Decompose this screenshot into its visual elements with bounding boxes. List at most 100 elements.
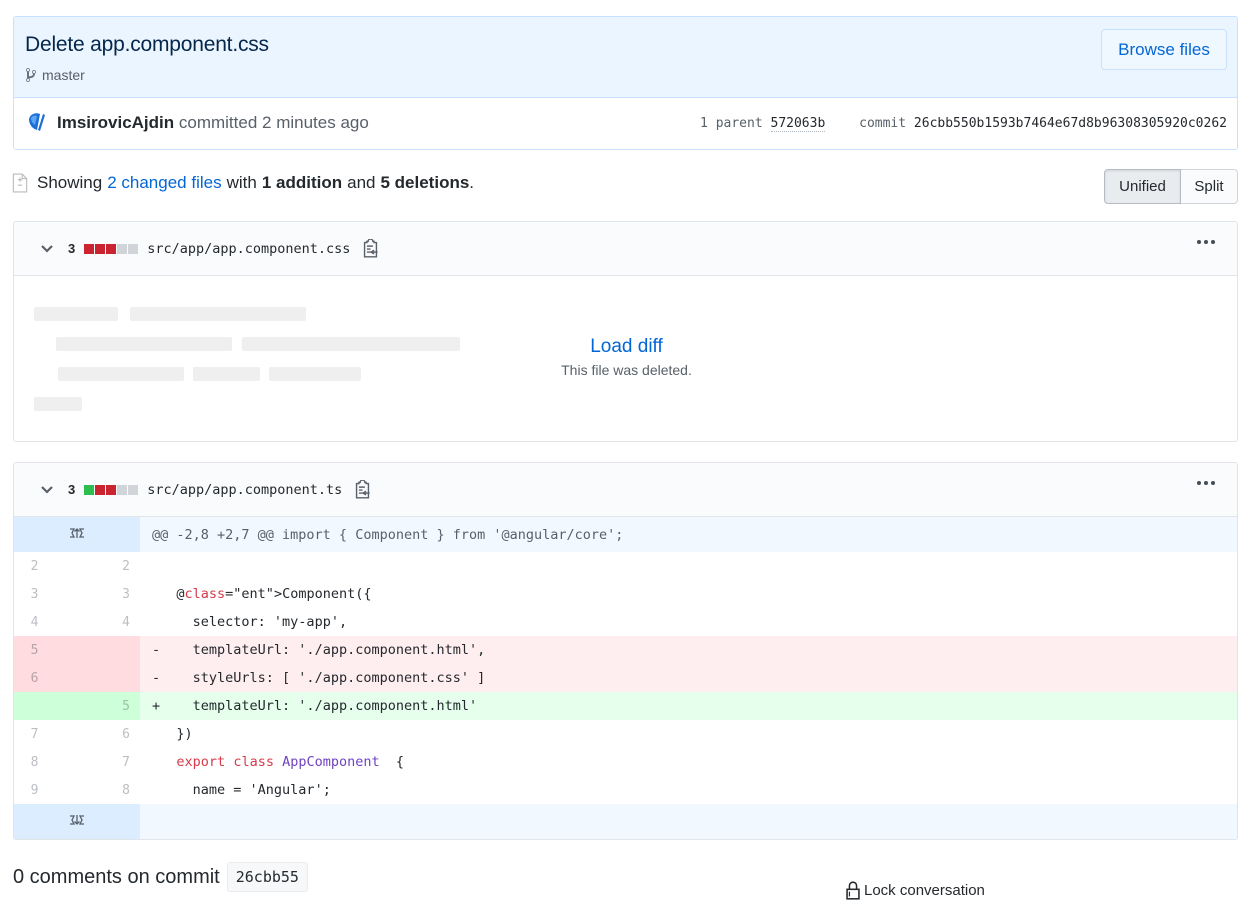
summary-and: and — [347, 173, 376, 192]
load-diff-note: This file was deleted. — [561, 362, 692, 378]
changed-files-link[interactable]: 2 changed files — [107, 173, 221, 193]
context-row: 98 name = 'Angular'; — [14, 776, 1237, 804]
branch-info: master — [25, 67, 85, 83]
code-line: name = 'Angular'; — [140, 776, 1237, 804]
new-line-number[interactable] — [77, 636, 140, 664]
file-header: 3 src/app/app.component.css — [14, 222, 1237, 276]
file-path[interactable]: src/app/app.component.ts — [147, 482, 342, 498]
deletion-row: 6 - styleUrls: [ './app.component.css' ] — [14, 664, 1237, 692]
code-line: export class AppComponent { — [140, 748, 1237, 776]
diff-summary: Showing 2 changed files with 1 addition … — [12, 173, 474, 193]
additions-count: 1 addition — [261, 173, 343, 192]
deletion-row: 5 - templateUrl: './app.component.html', — [14, 636, 1237, 664]
commit-label: commit — [859, 116, 907, 131]
old-line-number[interactable]: 8 — [14, 748, 77, 776]
old-line-number[interactable] — [14, 692, 77, 720]
changes-count: 3 — [68, 482, 76, 497]
context-row: 76 }) — [14, 720, 1237, 748]
skeleton-line — [130, 307, 306, 321]
expand-row-filler — [140, 804, 1237, 839]
avatar[interactable] — [26, 111, 48, 133]
diffstat-block-del — [106, 484, 117, 495]
diffstat-block-neu — [117, 484, 128, 495]
unified-view-button[interactable]: Unified — [1104, 169, 1181, 204]
new-line-number[interactable]: 3 — [77, 580, 140, 608]
diff-marker: - — [152, 670, 169, 686]
load-diff-link[interactable]: Load diff — [590, 336, 663, 358]
more-options-icon[interactable] — [1197, 481, 1215, 485]
git-branch-icon — [26, 67, 36, 82]
diff-marker — [152, 782, 168, 798]
code-line: @class="ent">Component({ — [140, 580, 1237, 608]
hunk-header: @@ -2,8 +2,7 @@ import { Component } fro… — [140, 517, 1237, 552]
diff-marker — [152, 754, 168, 770]
diffstat-block-neu — [128, 243, 139, 254]
old-line-number[interactable]: 6 — [14, 664, 77, 692]
chevron-down-icon[interactable] — [40, 483, 54, 497]
lock-conversation-button[interactable]: Lock conversation — [845, 881, 985, 900]
branch-name[interactable]: master — [42, 67, 85, 83]
clipboard-icon[interactable] — [362, 239, 379, 258]
diffstat-block-add — [84, 484, 95, 495]
diffstat-block-neu — [128, 484, 139, 495]
commit-time: 2 minutes ago — [262, 113, 369, 132]
lock-icon — [846, 881, 860, 900]
old-line-number[interactable]: 2 — [14, 552, 77, 580]
context-row: 87 export class AppComponent { — [14, 748, 1237, 776]
diffstat-bar — [84, 243, 139, 254]
deletions-count: 5 deletions — [380, 173, 470, 192]
summary-with: with — [226, 173, 257, 192]
context-row: 22 — [14, 552, 1237, 580]
old-line-number[interactable]: 5 — [14, 636, 77, 664]
diff-marker — [152, 614, 168, 630]
diff-marker: - — [152, 642, 169, 658]
diffstat-bar — [84, 484, 139, 495]
code-line: - styleUrls: [ './app.component.css' ] — [140, 664, 1237, 692]
file-diff: 3 src/app/app.component.css Load diff Th… — [13, 221, 1238, 442]
load-diff: Load diff This file was deleted. — [14, 336, 1237, 378]
old-line-number[interactable]: 9 — [14, 776, 77, 804]
new-line-number[interactable]: 7 — [77, 748, 140, 776]
diffstat-block-del — [95, 243, 106, 254]
commit-sha-pill: 26cbb55 — [226, 862, 308, 892]
new-line-number[interactable]: 2 — [77, 552, 140, 580]
summary-suffix: . — [469, 173, 475, 192]
clipboard-icon[interactable] — [354, 480, 371, 499]
new-line-number[interactable]: 4 — [77, 608, 140, 636]
comments-title: 0 comments on commit — [13, 865, 220, 888]
skeleton-line — [34, 307, 118, 321]
old-line-number[interactable]: 7 — [14, 720, 77, 748]
new-line-number[interactable]: 5 — [77, 692, 140, 720]
old-line-number[interactable]: 3 — [14, 580, 77, 608]
parent-label: 1 parent — [700, 116, 763, 131]
diffstat-block-del — [84, 243, 95, 254]
chevron-down-icon[interactable] — [40, 242, 54, 256]
load-diff-area: Load diff This file was deleted. — [14, 276, 1237, 441]
file-path[interactable]: src/app/app.component.css — [147, 241, 350, 257]
lock-conversation-label: Lock conversation — [864, 882, 985, 899]
new-line-number[interactable]: 6 — [77, 720, 140, 748]
file-header: 3 src/app/app.component.ts — [14, 463, 1237, 517]
expand-down-icon[interactable] — [14, 804, 140, 839]
commit-header: Delete app.component.css master Browse f… — [13, 16, 1238, 150]
old-line-number[interactable]: 4 — [14, 608, 77, 636]
expand-row — [14, 804, 1237, 839]
context-row: 44 selector: 'my-app', — [14, 608, 1237, 636]
commit-title: Delete app.component.css — [25, 33, 269, 56]
author-link[interactable]: ImsirovicAjdin — [57, 113, 174, 132]
commit-action: committed — [178, 113, 258, 132]
context-row: 33 @class="ent">Component({ — [14, 580, 1237, 608]
expand-up-icon[interactable] — [14, 517, 140, 552]
diff-table: @@ -2,8 +2,7 @@ import { Component } fro… — [14, 517, 1237, 839]
changes-count: 3 — [68, 241, 76, 256]
new-line-number[interactable]: 8 — [77, 776, 140, 804]
parent-sha-link[interactable]: 572063b — [770, 116, 826, 132]
diff-marker — [152, 586, 168, 602]
more-options-icon[interactable] — [1197, 240, 1215, 244]
view-mode-toggle: Unified Split — [1104, 169, 1238, 204]
new-line-number[interactable] — [77, 664, 140, 692]
split-view-button[interactable]: Split — [1181, 169, 1238, 204]
browse-files-button[interactable]: Browse files — [1101, 29, 1227, 70]
code-line: + templateUrl: './app.component.html' — [140, 692, 1237, 720]
author-line: ImsirovicAjdin committed 2 minutes ago — [57, 113, 369, 133]
